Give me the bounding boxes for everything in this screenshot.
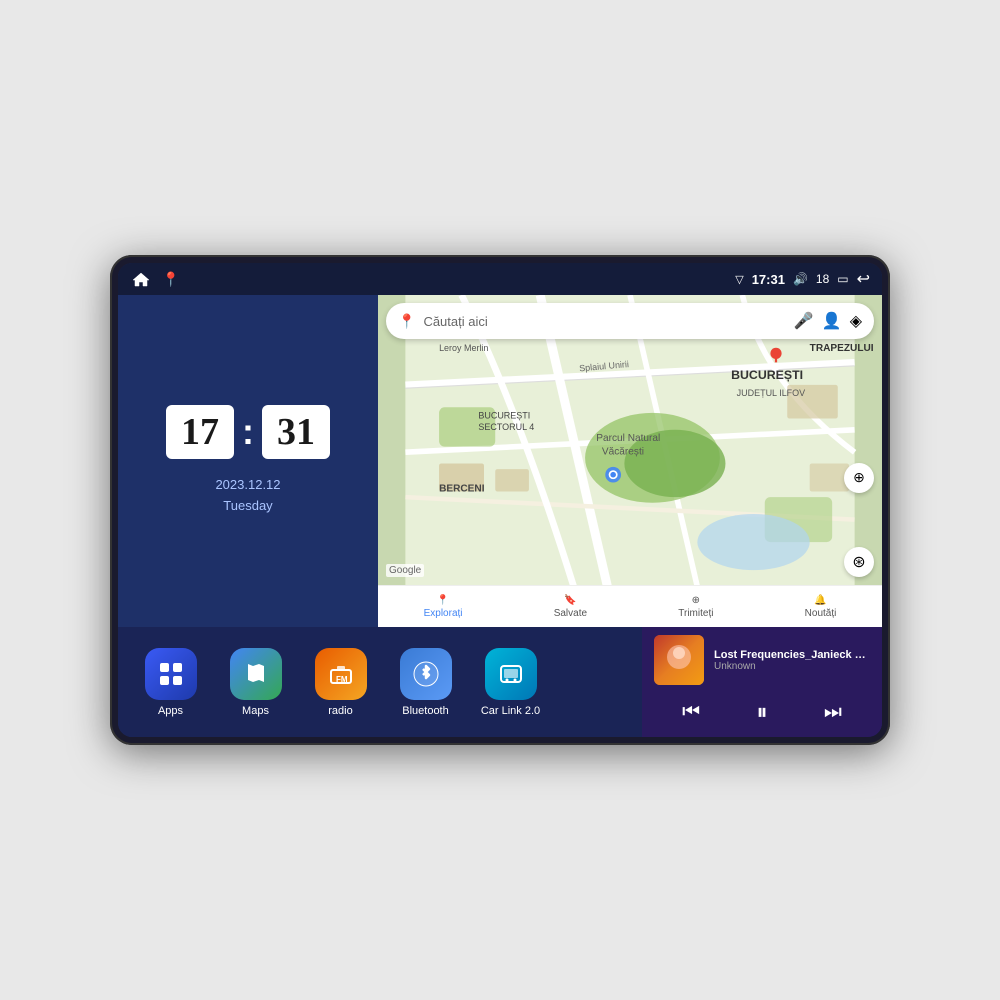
maps-shortcut-icon[interactable]: 📍 [162, 271, 179, 288]
map-search-right: 🎤 👤 ◈ [794, 311, 862, 331]
apps-icon-image [145, 648, 197, 700]
clock-display: 17 : 31 [166, 405, 330, 459]
device-screen: 📍 ▽ 17:31 🔊 18 ▭ ↩ 17 : 31 [118, 263, 882, 737]
home-button[interactable] [130, 270, 152, 288]
svg-text:TRAPEZULUI: TRAPEZULUI [810, 343, 874, 354]
media-info: Lost Frequencies_Janieck Devy-... Unknow… [714, 649, 870, 672]
battery-level: 18 [816, 272, 829, 286]
map-compass-button[interactable]: ⊛ [844, 547, 874, 577]
mic-icon[interactable]: 🎤 [794, 311, 814, 331]
signal-icon: ▽ [735, 273, 743, 286]
svg-text:SECTORUL 4: SECTORUL 4 [478, 422, 534, 432]
maps-label: Maps [242, 705, 269, 717]
map-pin-icon: 📍 [398, 313, 415, 330]
status-left: 📍 [130, 270, 179, 288]
status-right: ▽ 17:31 🔊 18 ▭ ↩ [735, 269, 870, 289]
bluetooth-icon-image [400, 648, 452, 700]
status-bar: 📍 ▽ 17:31 🔊 18 ▭ ↩ [118, 263, 882, 295]
map-panel[interactable]: 📍 Căutați aici 🎤 👤 ◈ [378, 295, 882, 627]
battery-icon: ▭ [837, 272, 848, 286]
maps-icon-image [230, 648, 282, 700]
car-head-unit: 📍 ▽ 17:31 🔊 18 ▭ ↩ 17 : 31 [110, 255, 890, 745]
app-icon-carlink[interactable]: Car Link 2.0 [478, 648, 543, 717]
app-icon-bluetooth[interactable]: Bluetooth [393, 648, 458, 717]
clock-date-line2: Tuesday [215, 496, 280, 517]
news-label: Noutăți [805, 608, 837, 619]
media-thumbnail [654, 635, 704, 685]
back-button[interactable]: ↩ [857, 269, 870, 289]
explore-icon: 📍 [437, 595, 449, 606]
explore-label: Explorați [424, 608, 463, 619]
app-icon-radio[interactable]: FM radio [308, 648, 373, 717]
volume-icon: 🔊 [793, 272, 808, 286]
carlink-icon-image [485, 648, 537, 700]
account-icon[interactable]: 👤 [822, 311, 842, 331]
bluetooth-label: Bluetooth [402, 705, 448, 717]
svg-text:Văcărești: Văcărești [602, 446, 644, 457]
map-search-input[interactable]: Căutați aici [423, 314, 785, 329]
app-icon-maps[interactable]: Maps [223, 648, 288, 717]
map-search-bar[interactable]: 📍 Căutați aici 🎤 👤 ◈ [386, 303, 874, 339]
svg-text:JUDEȚUL ILFOV: JUDEȚUL ILFOV [737, 388, 805, 398]
apps-label: Apps [158, 705, 183, 717]
carlink-label: Car Link 2.0 [481, 705, 540, 717]
top-section: 17 : 31 2023.12.12 Tuesday 📍 Căutați aic… [118, 295, 882, 627]
media-title: Lost Frequencies_Janieck Devy-... [714, 649, 870, 661]
svg-text:Leroy Merlin: Leroy Merlin [439, 343, 488, 353]
google-logo: Google [386, 564, 424, 577]
media-play-pause-button[interactable]: ⏸ [748, 695, 775, 729]
clock-minutes: 31 [262, 405, 330, 459]
media-top: Lost Frequencies_Janieck Devy-... Unknow… [654, 635, 870, 685]
main-content: 17 : 31 2023.12.12 Tuesday 📍 Căutați aic… [118, 295, 882, 737]
clock-date: 2023.12.12 Tuesday [215, 475, 280, 517]
clock-hours: 17 [166, 405, 234, 459]
send-label: Trimiteți [678, 608, 713, 619]
map-zoom-button[interactable]: ⊕ [844, 463, 874, 493]
send-icon: ⊕ [692, 595, 700, 606]
saved-icon: 🔖 [564, 595, 576, 606]
layers-icon[interactable]: ◈ [850, 311, 862, 331]
map-tab-explore[interactable]: 📍 Explorați [424, 595, 463, 619]
radio-label: radio [328, 705, 352, 717]
radio-icon-image: FM [315, 648, 367, 700]
saved-label: Salvate [554, 608, 587, 619]
svg-text:FM: FM [336, 675, 348, 684]
app-icon-apps[interactable]: Apps [138, 648, 203, 717]
media-player: Lost Frequencies_Janieck Devy-... Unknow… [642, 627, 882, 737]
media-prev-button[interactable]: ⏮ [674, 697, 708, 728]
map-tab-send[interactable]: ⊕ Trimiteți [678, 595, 713, 619]
map-tab-saved[interactable]: 🔖 Salvate [554, 595, 587, 619]
clock-separator: : [242, 414, 254, 450]
media-next-button[interactable]: ⏭ [816, 697, 850, 728]
news-icon: 🔔 [814, 595, 826, 606]
map-bottom-bar: 📍 Explorați 🔖 Salvate ⊕ Trimiteți 🔔 [378, 585, 882, 627]
svg-text:BUCUREȘTI: BUCUREȘTI [478, 411, 530, 421]
bottom-section: Apps Maps [118, 627, 882, 737]
svg-text:BUCUREȘTI: BUCUREȘTI [731, 368, 803, 382]
clock-date-line1: 2023.12.12 [215, 475, 280, 496]
svg-text:Parcul Natural: Parcul Natural [596, 433, 660, 444]
apps-row: Apps Maps [118, 627, 642, 737]
map-tab-news[interactable]: 🔔 Noutăți [805, 595, 837, 619]
svg-text:BERCENI: BERCENI [439, 484, 485, 495]
media-controls: ⏮ ⏸ ⏭ [654, 691, 870, 733]
clock-panel: 17 : 31 2023.12.12 Tuesday [118, 295, 378, 627]
media-artist: Unknown [714, 661, 870, 672]
time-display: 17:31 [752, 272, 785, 287]
